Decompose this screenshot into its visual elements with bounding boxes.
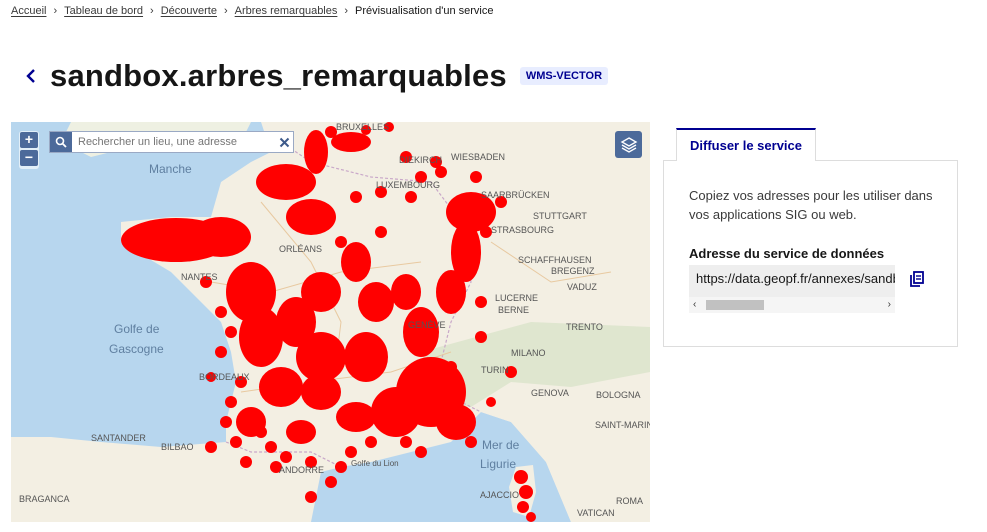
service-type-badge: WMS-VECTOR xyxy=(519,67,609,85)
map-search-input[interactable] xyxy=(72,136,275,148)
breadcrumb-dataset[interactable]: Arbres remarquables xyxy=(235,5,338,17)
map-preview[interactable]: Manche Golfe de Gascogne Mer de Ligurie … xyxy=(11,122,650,522)
map-label-trento: TRENTO xyxy=(566,322,603,332)
map-label-schaffhausen: SCHAFFHAUSEN xyxy=(518,255,592,265)
map-label-strasbourg: STRASBOURG xyxy=(491,225,555,235)
map-label-manche: Manche xyxy=(149,162,192,176)
map-label-berne: BERNE xyxy=(498,305,530,315)
chevron-right-icon: › xyxy=(53,5,58,17)
back-button[interactable] xyxy=(20,58,42,94)
zoom-out-button[interactable]: − xyxy=(20,150,38,166)
copy-icon xyxy=(910,271,924,287)
map-label-vaduz: VADUZ xyxy=(567,282,597,292)
zoom-in-button[interactable]: + xyxy=(20,132,38,148)
map-label-vatican: VATICAN xyxy=(577,508,615,518)
horizontal-scrollbar[interactable]: ‹ › xyxy=(689,297,895,313)
map-label-saint-marin: SAINT-MARIN xyxy=(595,420,650,430)
map-label-genova: GENOVA xyxy=(531,388,569,398)
map-label-luxembourg: LUXEMBOURG xyxy=(376,180,441,190)
map-label-saarbrucken: SAARBRÜCKEN xyxy=(481,190,550,200)
map-label-geneve: GENÈVE xyxy=(408,320,446,330)
zoom-control: + − xyxy=(19,131,39,169)
breadcrumb-home[interactable]: Accueil xyxy=(11,5,46,17)
panel-description: Copiez vos adresses pour les utiliser da… xyxy=(689,188,933,222)
page-title: sandbox.arbres_remarquables xyxy=(50,58,507,93)
map-search xyxy=(49,131,294,153)
breadcrumb: Accueil › Tableau de bord › Découverte ›… xyxy=(11,5,494,17)
search-icon[interactable] xyxy=(50,132,72,152)
chevron-right-icon: › xyxy=(150,5,154,17)
map-label-ajaccio: AJACCIO xyxy=(480,490,520,500)
map-label-stuttgart: STUTTGART xyxy=(533,211,587,221)
map-label-turin: TURIN xyxy=(481,365,509,375)
tab-diffuser-service[interactable]: Diffuser le service xyxy=(676,128,817,161)
scroll-right-icon[interactable]: › xyxy=(888,299,891,310)
scroll-left-icon[interactable]: ‹ xyxy=(693,299,696,310)
map-label-lucerne: LUCERNE xyxy=(495,293,539,303)
map-label-golfe-lion: Golfe du Lion xyxy=(351,459,399,468)
address-label: Adresse du service de données xyxy=(689,246,885,261)
map-label-golfe: Golfe de xyxy=(114,322,160,336)
map-label-andorre: ANDORRE xyxy=(279,465,325,475)
map-label-ligurie: Ligurie xyxy=(480,457,517,471)
scroll-thumb[interactable] xyxy=(706,300,764,310)
basemap xyxy=(11,122,650,522)
map-label-milano: MILANO xyxy=(511,348,546,358)
close-icon[interactable] xyxy=(275,132,293,152)
map-label-mer: Mer de xyxy=(482,438,520,452)
map-label-roma: ROMA xyxy=(616,496,643,506)
chevron-right-icon: › xyxy=(223,5,228,17)
layers-icon xyxy=(620,136,637,153)
copy-button[interactable] xyxy=(907,269,927,289)
map-label-bologna: BOLOGNA xyxy=(596,390,641,400)
map-label-bruxelles: BRUXELLES xyxy=(336,122,390,132)
map-label-nantes: NANTES xyxy=(181,272,218,282)
layers-button[interactable] xyxy=(615,131,642,158)
title-row: sandbox.arbres_remarquables WMS-VECTOR xyxy=(20,58,609,94)
diffuser-panel: Copiez vos adresses pour les utiliser da… xyxy=(663,160,958,347)
map-label-bilbao: BILBAO xyxy=(161,442,194,452)
map-label-gascogne: Gascogne xyxy=(109,342,164,356)
service-url-field[interactable]: https://data.geopf.fr/annexes/sandbox/wm… xyxy=(689,265,895,313)
service-url-text: https://data.geopf.fr/annexes/sandbox/wm… xyxy=(696,271,895,286)
map-label-diekirch: DIEKIRCH xyxy=(399,155,443,165)
breadcrumb-current: Prévisualisation d'un service xyxy=(355,5,494,17)
map-label-bregenz: BREGENZ xyxy=(551,266,595,276)
breadcrumb-discovery[interactable]: Découverte xyxy=(161,5,217,17)
chevron-left-icon xyxy=(26,69,35,83)
map-label-santander: SANTANDER xyxy=(91,433,146,443)
breadcrumb-dashboard[interactable]: Tableau de bord xyxy=(64,5,143,17)
map-label-bordeaux: BORDEAUX xyxy=(199,372,250,382)
map-label-orleans: ORLÉANS xyxy=(279,244,323,254)
chevron-right-icon: › xyxy=(344,5,349,17)
map-label-wiesbaden: WIESBADEN xyxy=(451,152,506,162)
map-label-braganca: BRAGANCA xyxy=(19,494,70,504)
